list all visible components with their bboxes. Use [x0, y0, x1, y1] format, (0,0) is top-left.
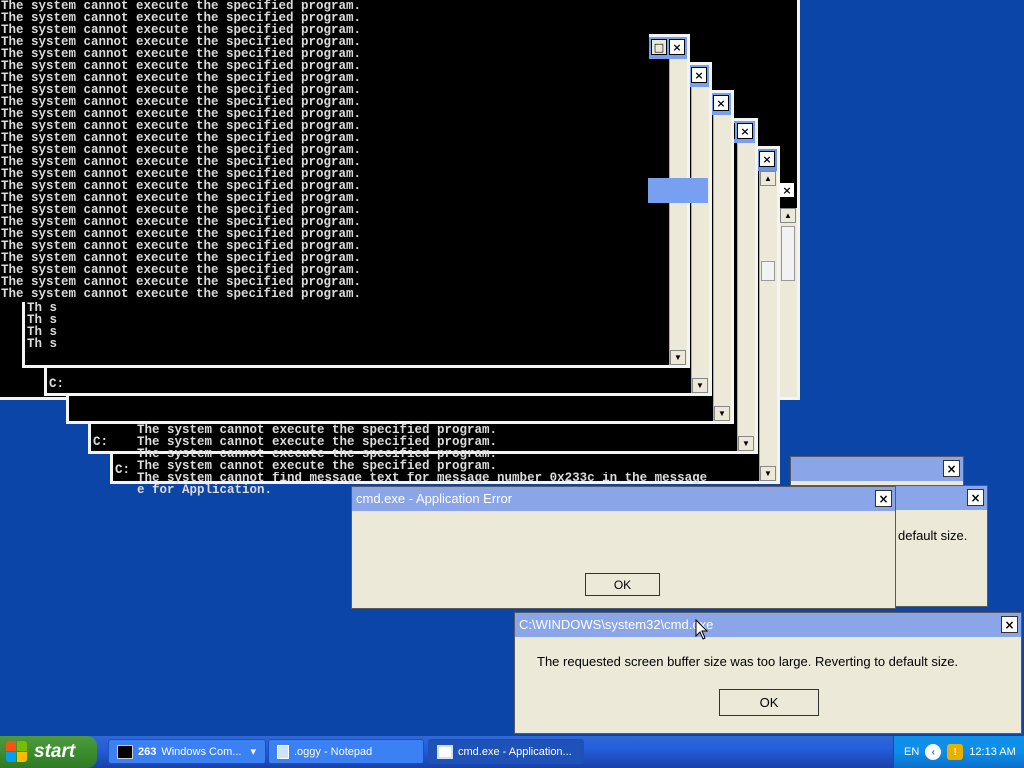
system-tray: EN ‹ ! 12:13 AM	[893, 736, 1024, 768]
maximize-button[interactable]: □	[651, 39, 667, 55]
scroll-up-button[interactable]: ▲	[760, 171, 776, 186]
start-button[interactable]: start	[0, 736, 97, 768]
scroll-down-button[interactable]: ▼	[714, 406, 730, 421]
scrollbar[interactable]: ▼	[713, 115, 731, 421]
security-shield-icon[interactable]: !	[947, 744, 964, 760]
group-count: 263	[138, 745, 157, 758]
close-button[interactable]: ×	[779, 182, 795, 198]
taskbar: start 263 Windows Com... ▾ .oggy - Notep…	[0, 736, 1024, 768]
language-indicator[interactable]: EN	[904, 746, 919, 758]
window-controls: ×	[779, 182, 795, 198]
start-label: start	[34, 741, 76, 762]
left-fragment-4: Th s	[27, 337, 58, 351]
scrollbar[interactable]: ▼	[691, 87, 709, 393]
console-line: The system cannot execute the specified …	[137, 459, 498, 473]
notepad-icon	[277, 744, 289, 759]
prompt-c3: C:	[115, 463, 131, 477]
clock[interactable]: 12:13 AM	[969, 746, 1015, 758]
scroll-down-button[interactable]: ▼	[760, 466, 776, 481]
windows-logo-icon	[6, 741, 28, 763]
close-button[interactable]: ×	[943, 460, 960, 477]
dialog-title[interactable]: cmd.exe - Application Error	[352, 487, 895, 511]
taskbar-item-app-error[interactable]: cmd.exe - Application...	[428, 739, 584, 764]
close-button[interactable]: ×	[759, 151, 775, 167]
ok-button[interactable]: OK	[719, 689, 819, 716]
console-line: e for Application.	[137, 483, 273, 497]
close-button[interactable]: ×	[713, 95, 729, 111]
collapse-tray-icon[interactable]: ‹	[925, 744, 942, 760]
application-error-dialog[interactable]: cmd.exe - Application Error × OK	[351, 486, 896, 609]
close-button[interactable]: ×	[967, 489, 984, 506]
dialog-title[interactable]: C:\WINDOWS\system32\cmd.exe	[515, 613, 1021, 637]
scrollbar[interactable]: ▲ ▼	[759, 171, 777, 481]
scrollbar[interactable]: ▼	[669, 59, 687, 365]
dialog-message-partial: default size.	[898, 528, 968, 543]
buffer-size-dialog[interactable]: C:\WINDOWS\system32\cmd.exe × The reques…	[514, 612, 1022, 734]
prompt-c2: C:	[93, 435, 109, 449]
taskbar-item-label: cmd.exe - Application...	[458, 745, 572, 758]
scroll-down-button[interactable]: ▼	[670, 350, 686, 365]
mouse-cursor-icon	[695, 619, 709, 640]
taskbar-item-label: Windows Com...	[161, 745, 242, 758]
prompt-c1: C:	[49, 377, 65, 391]
window-controls: □ ×	[651, 39, 685, 55]
scrollbar[interactable]: ▲	[779, 208, 797, 397]
dialog-message: The requested screen buffer size was too…	[537, 654, 959, 669]
scroll-thumb[interactable]	[781, 226, 795, 281]
ok-button[interactable]: OK	[585, 573, 660, 596]
close-button[interactable]: ×	[669, 39, 685, 55]
taskbar-item-cmd-group[interactable]: 263 Windows Com... ▾	[108, 739, 266, 764]
scroll-up-button[interactable]: ▲	[780, 208, 796, 223]
console-scroll-edge	[648, 178, 708, 203]
close-button[interactable]: ×	[1001, 616, 1018, 633]
scrollbar[interactable]: ▼	[737, 143, 755, 451]
chevron-down-icon: ▾	[250, 746, 256, 758]
scroll-thumb[interactable]	[761, 261, 775, 281]
close-button[interactable]: ×	[875, 490, 892, 507]
window-icon	[437, 744, 453, 759]
taskbar-item-label: .oggy - Notepad	[294, 745, 373, 758]
close-button[interactable]: ×	[691, 67, 707, 83]
scroll-down-button[interactable]: ▼	[738, 436, 754, 451]
cmd-icon	[117, 744, 133, 759]
buffer-dialog-behind-2[interactable]: ×	[790, 456, 964, 486]
close-button[interactable]: ×	[737, 123, 753, 139]
scroll-down-button[interactable]: ▼	[692, 378, 708, 393]
taskbar-item-notepad[interactable]: .oggy - Notepad	[268, 739, 424, 764]
console-line: The system cannot execute the specified …	[1, 287, 362, 301]
console-output: The system cannot execute the specified …	[0, 0, 649, 302]
dialog-title-bar[interactable]	[791, 457, 963, 481]
